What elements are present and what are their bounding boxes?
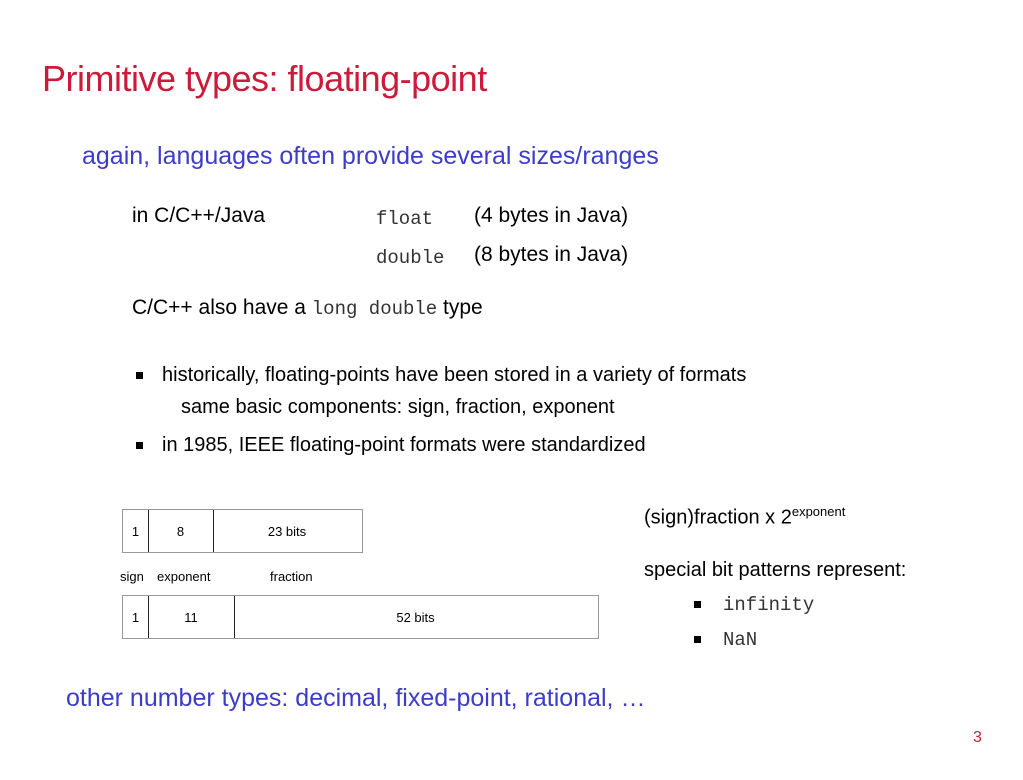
bullet-square-icon bbox=[136, 442, 143, 449]
page-number: 3 bbox=[973, 729, 982, 746]
formula: (sign)fraction x 2exponent bbox=[644, 504, 845, 530]
bullet-square-icon bbox=[694, 636, 701, 643]
long-double-line: C/C++ also have a long double type bbox=[132, 296, 483, 320]
double-keyword: double bbox=[376, 247, 445, 269]
fraction-label: fraction bbox=[270, 569, 313, 584]
float-keyword: float bbox=[376, 208, 434, 230]
bullet-ieee: in 1985, IEEE floating-point formats wer… bbox=[162, 434, 646, 456]
exponent-label: exponent bbox=[157, 569, 211, 584]
bullet-square-icon bbox=[694, 601, 701, 608]
double-description: (8 bytes in Java) bbox=[474, 243, 629, 266]
double-sign-cell: 1 bbox=[131, 609, 140, 625]
slide-title: Primitive types: floating-point bbox=[42, 58, 487, 99]
other-number-types: other number types: decimal, fixed-point… bbox=[66, 684, 646, 712]
formula-base: (sign)fraction x 2 bbox=[644, 506, 792, 529]
sign-label: sign bbox=[120, 569, 144, 584]
special-label: special bit patterns represent: bbox=[644, 559, 907, 581]
subtitle-sizes: again, languages often provide several s… bbox=[82, 142, 659, 170]
special-item-infinity: infinity bbox=[723, 594, 815, 616]
single-exponent-cell: 8 bbox=[176, 523, 185, 539]
long-double-prefix: C/C++ also have a bbox=[132, 296, 306, 319]
bullet-historically: historically, floating-points have been … bbox=[162, 364, 747, 386]
bullet-historically-detail: same basic components: sign, fraction, e… bbox=[181, 396, 615, 418]
long-double-suffix: type bbox=[443, 296, 483, 319]
single-precision-layout: 1 8 23 bits bbox=[122, 509, 363, 553]
formula-superscript: exponent bbox=[791, 504, 846, 519]
single-fraction-cell: 23 bits bbox=[267, 523, 307, 539]
double-fraction-cell: 52 bits bbox=[396, 609, 435, 625]
double-exponent-cell: 11 bbox=[184, 609, 198, 625]
float-description: (4 bytes in Java) bbox=[474, 204, 629, 227]
bullet-square-icon bbox=[136, 372, 143, 379]
langs-label: in C/C++/Java bbox=[132, 204, 266, 227]
special-item-nan: NaN bbox=[723, 629, 758, 651]
single-sign-cell: 1 bbox=[131, 523, 140, 539]
double-precision-layout: 1 11 52 bits bbox=[122, 595, 599, 639]
long-double-keyword: long double bbox=[311, 298, 438, 320]
